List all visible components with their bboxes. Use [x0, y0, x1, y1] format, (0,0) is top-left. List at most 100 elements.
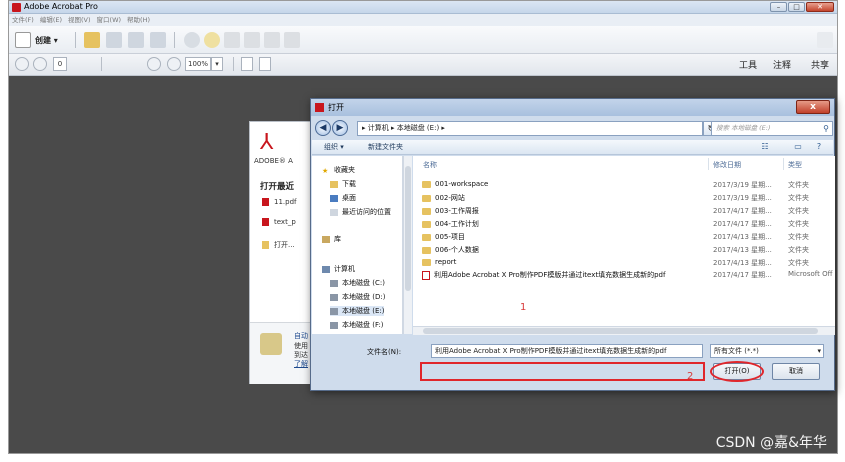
new-folder-button[interactable]: 新建文件夹 — [368, 142, 403, 152]
feature-illustration-icon — [260, 333, 282, 355]
forward-icon[interactable]: ▶ — [332, 120, 348, 136]
nav-desktop[interactable]: 桌面 — [330, 193, 356, 203]
filetype-select[interactable]: 所有文件 (*.*) ▾ — [710, 344, 824, 358]
file-row[interactable]: 006-个人数据 2017/4/13 星期... 文件夹 — [413, 243, 835, 256]
pdf-file-icon — [262, 218, 269, 226]
close-button[interactable]: ✕ — [806, 2, 834, 12]
form-icon[interactable] — [284, 32, 300, 48]
create-icon[interactable] — [15, 32, 31, 48]
fit-page-icon[interactable] — [241, 57, 253, 71]
preview-pane-icon[interactable]: ▭ — [793, 142, 803, 152]
star-icon: ★ — [322, 166, 329, 175]
page-number-field[interactable]: 0 — [53, 57, 67, 71]
nav-libraries[interactable]: 库 — [322, 234, 341, 244]
stamp-icon[interactable] — [224, 32, 240, 48]
menu-bar: 文件(F) 编辑(E) 视图(V) 窗口(W) 帮助(H) — [9, 14, 837, 26]
column-type[interactable]: 类型 — [788, 160, 802, 170]
dialog-close-button[interactable]: x — [796, 100, 830, 114]
nav-favorites[interactable]: ★ 收藏夹 — [322, 165, 355, 175]
tools-button[interactable]: 工具 — [739, 58, 757, 71]
menu-file[interactable]: 文件(F) — [12, 14, 34, 26]
file-row[interactable]: 005-项目 2017/4/13 星期... 文件夹 — [413, 230, 835, 243]
column-date[interactable]: 修改日期 — [713, 160, 741, 170]
feature-link[interactable]: 了解 — [294, 359, 308, 369]
zoom-dropdown-icon[interactable]: ▾ — [211, 57, 223, 71]
cancel-button[interactable]: 取消 — [772, 363, 820, 380]
recent-open[interactable]: 打开... — [262, 240, 295, 250]
open-recent-title: 打开最近 — [260, 182, 295, 192]
window-title: Adobe Acrobat Pro — [24, 2, 98, 11]
feature-line[interactable]: 自动 — [294, 331, 308, 341]
menu-window[interactable]: 窗口(W) — [97, 14, 122, 26]
acrobat-app-icon — [12, 3, 21, 12]
file-row[interactable]: 003-工作周报 2017/4/17 星期... 文件夹 — [413, 204, 835, 217]
library-icon — [322, 235, 330, 243]
drive-icon — [330, 307, 338, 315]
nav-drive-e[interactable]: 本地磁盘 (E:) — [330, 306, 385, 316]
nav-computer[interactable]: 计算机 — [322, 264, 355, 274]
organize-button[interactable]: 组织 ▾ — [324, 142, 344, 152]
pdf-file-icon — [262, 198, 269, 206]
maximize-button[interactable]: □ — [788, 2, 805, 12]
zoom-out-icon[interactable] — [147, 57, 161, 71]
combine-icon[interactable] — [264, 32, 280, 48]
horizontal-scrollbar[interactable] — [413, 326, 835, 335]
share-button[interactable]: 共享 — [811, 58, 829, 71]
open-file-dialog: 打开 x ◀ ▶ ▸ 计算机 ▸ 本地磁盘 (E:) ▸ ↻ 搜索 本地磁盘 (… — [310, 98, 835, 391]
annotation-mark-1: 1 — [520, 302, 527, 313]
zoom-field[interactable]: 100% — [185, 57, 211, 71]
print-icon[interactable] — [128, 32, 144, 48]
hand-tool-icon[interactable] — [123, 57, 137, 71]
brand-text: ADOBE® A — [254, 157, 293, 165]
email-icon[interactable] — [150, 32, 166, 48]
save-icon[interactable] — [106, 32, 122, 48]
title-bar: Adobe Acrobat Pro – □ ✕ — [9, 1, 837, 14]
filename-field[interactable]: 利用Adobe Acrobat X Pro制作PDF模版并通过itext填充数据… — [431, 344, 703, 358]
nav-drive-d[interactable]: 本地磁盘 (D:) — [330, 292, 385, 302]
prev-page-icon[interactable] — [15, 57, 29, 71]
open-folder-icon — [262, 241, 269, 249]
column-name[interactable]: 名称 — [423, 160, 437, 170]
open-folder-icon[interactable] — [84, 32, 100, 48]
recent-file[interactable]: 11.pdf — [262, 198, 296, 206]
recent-places-icon — [330, 208, 338, 216]
file-row-selected-pdf[interactable]: 利用Adobe Acrobat X Pro制作PDF模版并通过itext填充数据… — [413, 268, 835, 281]
folder-icon — [422, 180, 431, 188]
filename-label: 文件名(N): — [367, 348, 402, 356]
zoom-in-icon[interactable] — [167, 57, 181, 71]
nav-scrollbar[interactable] — [403, 156, 412, 334]
comment-button[interactable]: 注释 — [773, 58, 791, 71]
nav-recent[interactable]: 最近访问的位置 — [330, 207, 391, 217]
settings-icon[interactable] — [184, 32, 200, 48]
main-toolbar: 创建 ▾ — [9, 26, 837, 54]
expand-icon[interactable] — [817, 32, 833, 48]
fit-width-icon[interactable] — [259, 57, 271, 71]
create-button[interactable]: 创建 ▾ — [35, 35, 58, 46]
menu-help[interactable]: 帮助(H) — [127, 14, 150, 26]
file-row[interactable]: 004-工作计划 2017/4/17 星期... 文件夹 — [413, 217, 835, 230]
minimize-button[interactable]: – — [770, 2, 787, 12]
nav-drive-f[interactable]: 本地磁盘 (F:) — [330, 320, 384, 330]
menu-view[interactable]: 视图(V) — [68, 14, 91, 26]
menu-edit[interactable]: 编辑(E) — [40, 14, 62, 26]
recent-file[interactable]: text_p — [262, 218, 296, 226]
dialog-title: 打开 — [328, 103, 344, 112]
next-page-icon[interactable] — [33, 57, 47, 71]
address-bar[interactable]: ▸ 计算机 ▸ 本地磁盘 (E:) ▸ — [357, 121, 703, 136]
search-input[interactable]: 搜索 本地磁盘 (E:) ⚲ — [711, 121, 833, 136]
file-row[interactable]: 002-网站 2017/3/19 星期... 文件夹 — [413, 191, 835, 204]
folder-icon — [422, 220, 431, 228]
highlight-ellipse — [710, 361, 764, 382]
drive-icon — [330, 293, 338, 301]
comment-icon[interactable] — [204, 32, 220, 48]
view-menu-icon[interactable]: ☷ — [760, 142, 770, 152]
file-row[interactable]: 001-workspace 2017/3/19 星期... 文件夹 — [413, 178, 835, 191]
highlight-box — [420, 362, 705, 381]
navigation-toolbar: 0 100% ▾ — [9, 54, 837, 76]
help-icon[interactable]: ? — [814, 142, 824, 152]
back-icon[interactable]: ◀ — [315, 120, 331, 136]
nav-downloads[interactable]: 下载 — [330, 179, 356, 189]
export-icon[interactable] — [244, 32, 260, 48]
nav-drive-c[interactable]: 本地磁盘 (C:) — [330, 278, 385, 288]
select-tool-icon[interactable] — [107, 57, 121, 71]
